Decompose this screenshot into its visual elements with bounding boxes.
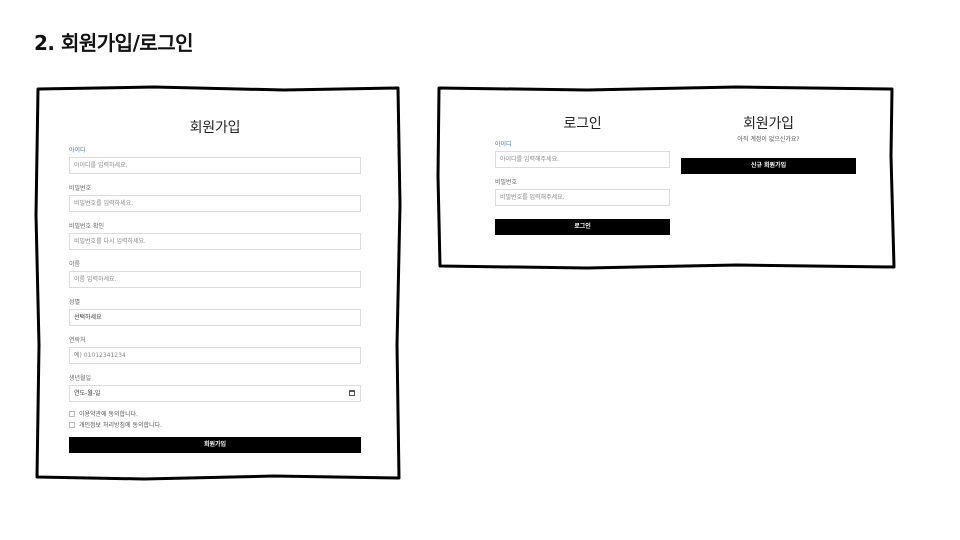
privacy-checkbox-row[interactable]: 개인정보 처리방침에 동의합니다. <box>69 419 361 430</box>
password-input[interactable]: 비밀번호를 입력하세요. <box>69 195 361 212</box>
signup-title: 회원가입 <box>189 120 241 136</box>
field-label: 연락처 <box>69 337 86 344</box>
field-password-confirm: 비밀번호 확인 비밀번호를 다시 입력하세요. <box>69 221 361 250</box>
new-signup-button[interactable]: 신규 회원가입 <box>681 158 856 174</box>
password-confirm-input[interactable]: 비밀번호를 다시 입력하세요. <box>69 233 361 250</box>
field-label: 비밀번호 확인 <box>69 223 105 230</box>
field-label: 이름 <box>69 261 81 268</box>
field-label: 비밀번호 <box>69 185 92 192</box>
privacy-checkbox[interactable] <box>69 421 75 428</box>
field-label: 아이디 <box>69 147 86 154</box>
field-phone: 연락처 예) 01012341234 <box>69 335 361 364</box>
terms-checkbox[interactable] <box>69 410 75 417</box>
login-password-label: 비밀번호 <box>495 179 518 186</box>
terms-checkbox-row[interactable]: 이용약관에 동의합니다. <box>69 408 361 419</box>
field-label: 생년월일 <box>69 375 92 382</box>
field-gender: 성별 선택하세요 <box>69 297 361 326</box>
login-title: 로그인 <box>563 116 602 132</box>
gender-select[interactable]: 선택하세요 <box>69 309 361 326</box>
login-submit-button[interactable]: 로그인 <box>495 219 670 235</box>
name-input[interactable]: 이름 입력하세요. <box>69 271 361 288</box>
field-name: 이름 이름 입력하세요. <box>69 259 361 288</box>
login-password-input[interactable]: 비밀번호를 입력해주세요. <box>495 189 670 206</box>
login-form: 로그인 아이디 아이디를 입력해주세요. 비밀번호 비밀번호를 입력해주세요. … <box>495 113 670 235</box>
login-frame: 로그인 아이디 아이디를 입력해주세요. 비밀번호 비밀번호를 입력해주세요. … <box>436 85 896 270</box>
register-title: 회원가입 <box>743 116 794 132</box>
privacy-label: 개인정보 처리방침에 동의합니다. <box>79 422 163 429</box>
birthdate-input[interactable]: 연도-월-일 <box>69 385 361 402</box>
calendar-icon[interactable] <box>349 390 355 396</box>
signup-submit-button[interactable]: 회원가입 <box>69 437 361 453</box>
register-prompt: 회원가입 아직 계정이 없으신가요? 신규 회원가입 <box>681 113 856 174</box>
field-label: 성별 <box>69 299 81 306</box>
terms-label: 이용약관에 동의합니다. <box>79 411 139 418</box>
slide-title: 2. 회원가입/로그인 <box>34 31 194 55</box>
register-subtitle: 아직 계정이 없으신가요? <box>737 136 800 143</box>
login-id-input[interactable]: 아이디를 입력해주세요. <box>495 151 670 168</box>
field-password: 비밀번호 비밀번호를 입력하세요. <box>69 183 361 212</box>
id-input[interactable]: 아이디를 입력하세요. <box>69 157 361 174</box>
field-birthdate: 생년월일 연도-월-일 <box>69 373 361 402</box>
login-id-label: 아이디 <box>495 141 512 148</box>
field-id: 아이디 아이디를 입력하세요. <box>69 145 361 174</box>
phone-input[interactable]: 예) 01012341234 <box>69 347 361 364</box>
birthdate-placeholder: 연도-월-일 <box>74 390 101 397</box>
signup-frame: 회원가입 아이디 아이디를 입력하세요. 비밀번호 비밀번호를 입력하세요. 비… <box>34 85 402 481</box>
